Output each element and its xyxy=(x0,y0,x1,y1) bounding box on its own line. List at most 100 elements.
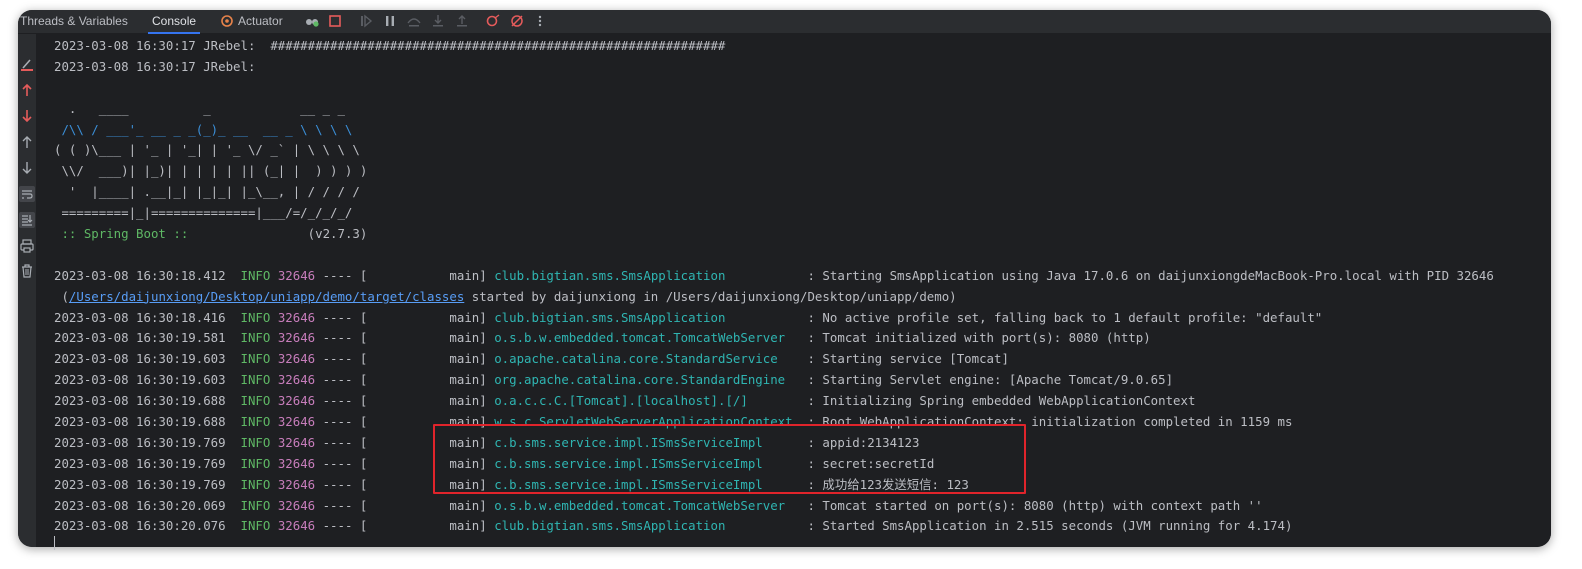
log-level: INFO xyxy=(240,518,271,534)
log-pid: 32646 xyxy=(277,267,316,283)
log-level: INFO xyxy=(240,476,271,492)
log-logger: o.apache.catalina.core.StandardService xyxy=(494,351,801,367)
log-message: : No active profile set, falling back to… xyxy=(807,309,1323,325)
log-thread: ---- [ main] xyxy=(322,267,487,283)
log-message: started by daijunxiong in /Users/daijunx… xyxy=(464,288,957,304)
trash-icon[interactable] xyxy=(19,263,35,279)
spring-boot-version: (v2.7.3) xyxy=(195,226,368,242)
log-message: : Started SmsApplication in 2.515 second… xyxy=(807,518,1293,534)
log-timestamp: 2023-03-08 16:30:20.076 xyxy=(54,518,226,534)
log-logger: club.bigtian.sms.SmsApplication xyxy=(494,267,801,283)
banner-line: ( ( )\___ | '_ | '_| | '_ \/ _` | \ \ \ … xyxy=(54,142,360,158)
log-timestamp: 2023-03-08 16:30:19.769 xyxy=(54,434,226,450)
spring-boot-version-line: :: Spring Boot :: (v2.7.3) xyxy=(54,224,1494,245)
log-logger: o.a.c.c.C.[Tomcat].[localhost].[/] xyxy=(494,393,801,409)
print-icon[interactable] xyxy=(19,238,35,254)
log-thread: ---- [ main] xyxy=(322,393,487,409)
jrebel-line: 2023-03-08 16:30:17 JRebel: xyxy=(54,58,256,74)
step-over-icon[interactable] xyxy=(406,13,422,29)
log-pid: 32646 xyxy=(277,455,316,471)
log-level: INFO xyxy=(240,497,271,513)
log-level: INFO xyxy=(240,309,271,325)
log-pid: 32646 xyxy=(277,518,316,534)
log-level: INFO xyxy=(240,330,271,346)
log-timestamp: 2023-03-08 16:30:19.688 xyxy=(54,393,226,409)
log-message: : Tomcat initialized with port(s): 8080 … xyxy=(807,330,1151,346)
log-pid: 32646 xyxy=(277,414,316,430)
breakpoint-icon[interactable] xyxy=(485,13,501,29)
spring-boot-label: :: Spring Boot :: xyxy=(54,226,196,242)
log-pid: 32646 xyxy=(277,309,316,325)
log-logger: o.s.b.w.embedded.tomcat.TomcatWebServer xyxy=(494,330,801,346)
log-level: INFO xyxy=(240,393,271,409)
text-cursor xyxy=(54,536,55,550)
log-pid: 32646 xyxy=(277,351,316,367)
log-thread: ---- [ main] xyxy=(322,497,487,513)
up-red-icon[interactable] xyxy=(19,82,35,98)
banner-line: ' |____| .__|_| |_|_| |_\__, | / / / / xyxy=(54,184,360,200)
banner-line: \\/ ___)| |_)| | | | | || (_| | ) ) ) ) xyxy=(54,163,368,179)
log-timestamp: 2023-03-08 16:30:19.603 xyxy=(54,372,226,388)
banner-line: =========|_|==============|___/=/_/_/_/ xyxy=(54,205,353,221)
pause-icon[interactable] xyxy=(382,13,398,29)
log-line: 2023-03-08 16:30:19.603 INFO 32646 ---- … xyxy=(54,349,1494,370)
mute-breakpoints-icon[interactable] xyxy=(509,13,525,29)
log-line: 2023-03-08 16:30:19.581 INFO 32646 ---- … xyxy=(54,328,1494,349)
log-timestamp: 2023-03-08 16:30:18.412 xyxy=(54,267,226,283)
log-timestamp: 2023-03-08 16:30:19.603 xyxy=(54,351,226,367)
log-line: 2023-03-08 16:30:19.688 INFO 32646 ---- … xyxy=(54,391,1494,412)
log-pid: 32646 xyxy=(277,476,316,492)
down-red-icon[interactable] xyxy=(19,108,35,124)
log-level: INFO xyxy=(240,372,271,388)
tab-actuator[interactable]: Actuator xyxy=(218,13,283,33)
step-out-icon[interactable] xyxy=(454,13,470,29)
log-line: 2023-03-08 16:30:18.416 INFO 32646 ---- … xyxy=(54,308,1494,329)
log-message: : Tomcat started on port(s): 8080 (http)… xyxy=(807,497,1263,513)
highlight-annotation-box xyxy=(433,424,1026,494)
debug-toolbar: Threads & Variables Console Actuator xyxy=(18,10,1551,34)
log-line: 2023-03-08 16:30:20.069 INFO 32646 ---- … xyxy=(54,496,1494,517)
log-timestamp: 2023-03-08 16:30:19.769 xyxy=(54,455,226,471)
down-arrow-icon[interactable] xyxy=(19,160,35,176)
tab-console[interactable]: Console xyxy=(147,13,201,34)
log-level: INFO xyxy=(240,455,271,471)
log-pid: 32646 xyxy=(277,497,316,513)
clear-icon[interactable] xyxy=(19,56,35,72)
log-logger: club.bigtian.sms.SmsApplication xyxy=(494,518,801,534)
log-pid: 32646 xyxy=(277,372,316,388)
more-icon[interactable] xyxy=(532,13,548,29)
log-message: : Starting service [Tomcat] xyxy=(807,351,1009,367)
log-line: 2023-03-08 16:30:20.076 INFO 32646 ---- … xyxy=(54,516,1494,537)
stop-icon[interactable] xyxy=(327,13,343,29)
log-line: 2023-03-08 16:30:19.603 INFO 32646 ---- … xyxy=(54,370,1494,391)
log-timestamp: 2023-03-08 16:30:19.769 xyxy=(54,476,226,492)
up-arrow-icon[interactable] xyxy=(19,134,35,150)
step-into-icon[interactable] xyxy=(430,13,446,29)
classes-path-link[interactable]: /Users/daijunxiong/Desktop/uniapp/demo/t… xyxy=(69,289,464,304)
banner-line: . ____ _ __ _ _ xyxy=(54,100,345,116)
log-timestamp: 2023-03-08 16:30:19.688 xyxy=(54,414,226,430)
log-level: INFO xyxy=(240,267,271,283)
jrebel-line: 2023-03-08 16:30:17 JRebel: ############… xyxy=(54,38,726,53)
log-thread: ---- [ main] xyxy=(322,330,487,346)
log-pid: 32646 xyxy=(277,434,316,450)
scroll-to-end-icon[interactable] xyxy=(19,212,35,228)
log-level: INFO xyxy=(240,351,271,367)
soft-wrap-icon[interactable] xyxy=(19,186,35,202)
log-message: : Starting Servlet engine: [Apache Tomca… xyxy=(807,372,1174,388)
log-line: 2023-03-08 16:30:18.412 INFO 32646 ---- … xyxy=(54,266,1494,287)
tab-threads-variables[interactable]: Threads & Variables xyxy=(20,13,128,33)
log-timestamp: 2023-03-08 16:30:18.416 xyxy=(54,309,226,325)
log-logger: club.bigtian.sms.SmsApplication xyxy=(494,309,801,325)
resume-icon[interactable] xyxy=(358,13,374,29)
log-continuation-line: (/Users/daijunxiong/Desktop/uniapp/demo/… xyxy=(54,288,957,304)
log-logger: o.s.b.w.embedded.tomcat.TomcatWebServer xyxy=(494,497,801,513)
glasses-icon[interactable] xyxy=(304,13,320,29)
log-thread: ---- [ main] xyxy=(322,518,487,534)
console-gutter xyxy=(18,34,36,547)
log-thread: ---- [ main] xyxy=(322,372,487,388)
log-level: INFO xyxy=(240,414,271,430)
actuator-icon xyxy=(221,15,233,27)
